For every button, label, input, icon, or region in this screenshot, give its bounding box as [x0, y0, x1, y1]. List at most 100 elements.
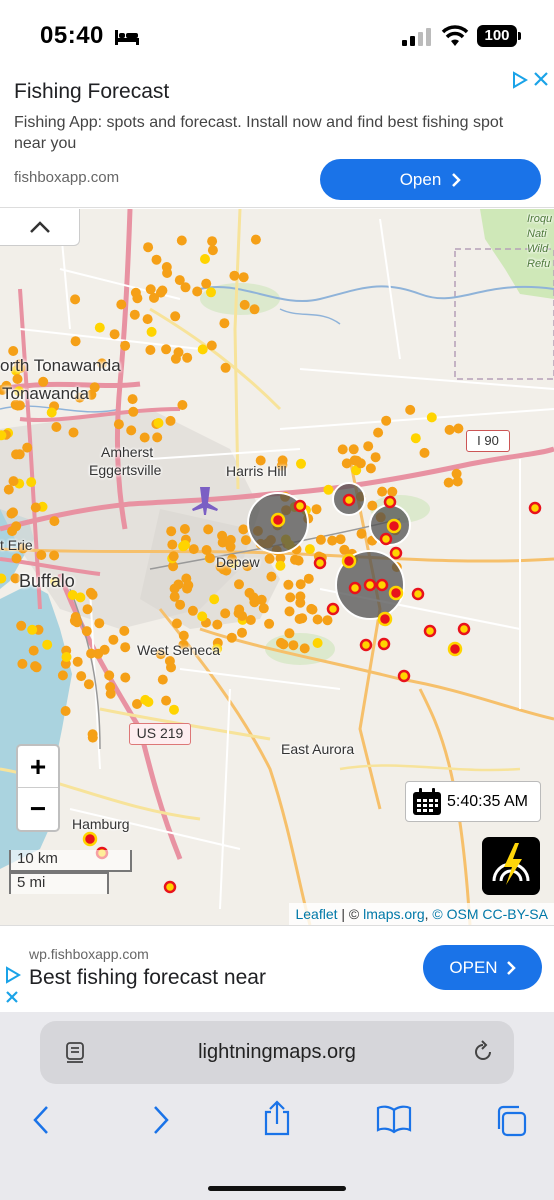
- strike-recent: [457, 622, 471, 636]
- strike-recent: [359, 638, 373, 652]
- strike-old: [327, 535, 338, 546]
- strike-old: [356, 528, 367, 539]
- strike-old: [120, 642, 131, 653]
- close-icon[interactable]: [533, 71, 549, 87]
- strike-old: [337, 444, 348, 455]
- bottom-ad-open-button[interactable]: OPEN: [423, 945, 542, 990]
- strike-recent: [341, 553, 357, 569]
- strike-old: [370, 452, 381, 463]
- chevron-right-icon: [506, 960, 516, 975]
- strike-old: [70, 294, 81, 305]
- strike-old: [145, 345, 156, 355]
- bottom-ad-title[interactable]: Best fishing forecast near: [29, 966, 266, 990]
- strike-old: [104, 670, 115, 681]
- strike-old: [157, 674, 168, 685]
- strike-old: [264, 553, 275, 564]
- strike-old: [315, 534, 326, 545]
- strike-old: [171, 618, 182, 629]
- strike-old: [426, 412, 437, 423]
- strike-old: [151, 254, 162, 265]
- strike-old: [443, 477, 454, 488]
- adchoices-icon[interactable]: [5, 966, 21, 984]
- strike-old: [188, 544, 199, 555]
- ad-title[interactable]: Fishing Forecast: [14, 80, 169, 104]
- timestamp-box[interactable]: 5:40:35 AM: [405, 781, 541, 822]
- bookmarks-icon[interactable]: [376, 1104, 412, 1134]
- strike-old: [256, 594, 267, 605]
- strike-old: [36, 550, 47, 560]
- lightning-logo-icon[interactable]: [482, 837, 540, 895]
- strike-old: [288, 640, 299, 651]
- zoom-in-button[interactable]: +: [18, 746, 58, 788]
- strike-old: [192, 286, 203, 297]
- strike-old: [387, 486, 398, 497]
- strike-old: [249, 304, 260, 315]
- back-icon[interactable]: [29, 1104, 53, 1136]
- strike-old: [335, 534, 346, 545]
- address-bar[interactable]: lightningmaps.org: [40, 1021, 514, 1084]
- strike-old: [200, 254, 210, 264]
- map-label-harris-hill: Harris Hill: [226, 463, 287, 479]
- strike-old: [276, 637, 286, 648]
- chevron-up-icon: [29, 221, 50, 233]
- strike-old: [410, 433, 421, 444]
- strike-old: [70, 612, 81, 622]
- strike-old: [75, 592, 86, 603]
- close-icon[interactable]: [5, 990, 19, 1004]
- strike-old: [173, 347, 184, 358]
- leaflet-link[interactable]: Leaflet: [295, 906, 337, 922]
- reload-icon[interactable]: [471, 1040, 495, 1064]
- strike-recent: [342, 493, 356, 507]
- strike-old: [258, 603, 269, 614]
- strike-old: [153, 418, 164, 428]
- strike-old: [264, 618, 275, 629]
- strike-old: [109, 329, 120, 340]
- strike-old: [76, 671, 87, 682]
- bottom-ad-banner[interactable]: wp.fishboxapp.com Best fishing forecast …: [0, 925, 554, 1012]
- osm-link[interactable]: © OSM CC-BY-SA: [432, 906, 548, 922]
- strike-recent: [423, 624, 437, 638]
- tabs-icon[interactable]: [494, 1104, 528, 1138]
- strike-old: [381, 415, 392, 426]
- strike-old: [120, 340, 131, 351]
- strike-old: [212, 619, 223, 630]
- strike-old: [120, 672, 131, 683]
- strike-old: [453, 423, 464, 434]
- strike-old: [176, 235, 187, 246]
- share-icon[interactable]: [261, 1100, 293, 1136]
- calendar-icon: [413, 787, 441, 815]
- zoom-out-button[interactable]: −: [18, 789, 58, 831]
- strike-recent: [326, 602, 340, 616]
- strike-old: [28, 645, 39, 656]
- strike-old: [419, 447, 430, 458]
- address-text[interactable]: lightningmaps.org: [40, 1021, 514, 1084]
- strike-old: [149, 292, 159, 303]
- map-label-north-tonawanda: orth Tonawanda: [0, 356, 121, 375]
- strike-old: [284, 628, 295, 639]
- strike-old: [240, 535, 251, 546]
- strike-recent: [270, 512, 286, 528]
- strike-old: [233, 608, 244, 619]
- status-bar: 05:40 100: [0, 0, 554, 68]
- strike-old: [157, 285, 168, 296]
- collapse-panel-button[interactable]: [0, 209, 80, 246]
- adchoices-icon[interactable]: [512, 71, 528, 89]
- strike-old: [140, 694, 151, 705]
- strike-old: [187, 605, 198, 616]
- strike-old: [11, 521, 22, 532]
- lmaps-link[interactable]: lmaps.org: [363, 906, 424, 922]
- strike-old: [323, 484, 334, 495]
- ad-open-button[interactable]: Open: [320, 159, 541, 200]
- strike-old: [142, 314, 153, 325]
- strike-old: [226, 632, 237, 643]
- reader-icon[interactable]: [64, 1041, 88, 1065]
- strike-old: [42, 639, 53, 650]
- strike-old: [237, 627, 247, 638]
- forward-icon[interactable]: [149, 1104, 173, 1136]
- lightning-map[interactable]: orth Tonawanda Tonawanda Amherst Eggerts…: [0, 209, 554, 925]
- map-label-hamburg: Hamburg: [72, 816, 130, 832]
- strike-old: [94, 618, 105, 629]
- strike-old: [16, 620, 27, 631]
- strike-old: [348, 444, 359, 455]
- top-ad-banner[interactable]: Fishing Forecast Fishing App: spots and …: [0, 68, 554, 208]
